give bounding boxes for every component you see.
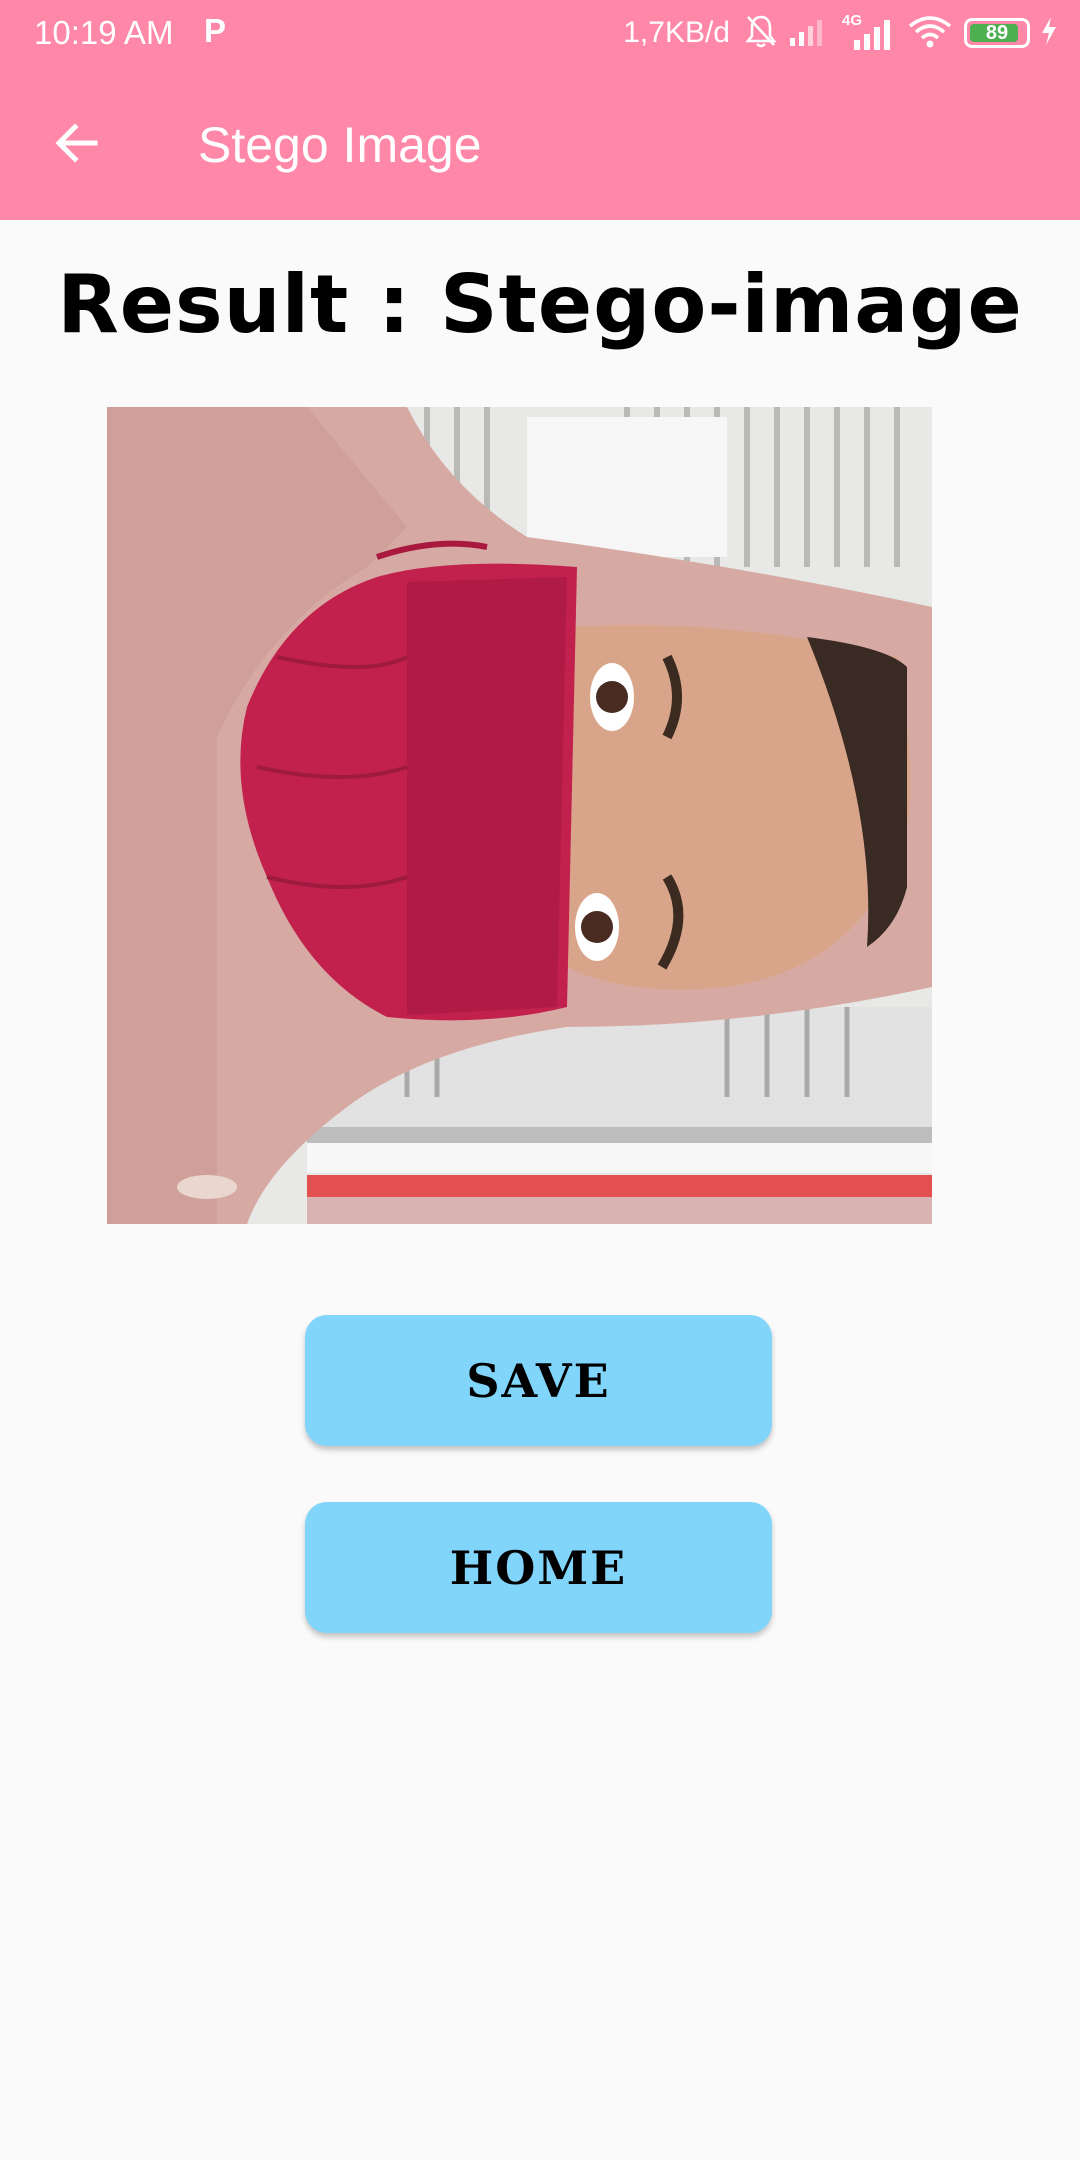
save-button[interactable]: SAVE xyxy=(305,1315,772,1446)
mute-icon xyxy=(744,13,778,54)
battery-icon: 89 xyxy=(964,18,1030,48)
charging-icon xyxy=(1040,16,1058,51)
result-heading: Result : Stego-image xyxy=(57,258,1023,351)
arrow-left-icon xyxy=(53,119,101,172)
page-title: Stego Image xyxy=(198,117,482,173)
home-button[interactable]: HOME xyxy=(305,1502,772,1633)
app-bar: Stego Image xyxy=(0,66,1080,220)
status-icons: 1,7KB/d 4G 89 xyxy=(623,12,1058,54)
network-speed: 1,7KB/d xyxy=(623,16,730,49)
wifi-icon xyxy=(906,14,954,53)
signal-4g-icon: 4G xyxy=(840,12,896,50)
back-button[interactable] xyxy=(40,108,114,182)
status-bar: 10:19 AM P 1,7KB/d 4G 89 xyxy=(0,0,1080,66)
stego-image xyxy=(107,407,932,1224)
battery-level: 89 xyxy=(985,21,1009,44)
signal-icon xyxy=(788,16,830,51)
app-notification-icon: P xyxy=(204,12,227,49)
status-time: 10:19 AM xyxy=(34,14,174,51)
